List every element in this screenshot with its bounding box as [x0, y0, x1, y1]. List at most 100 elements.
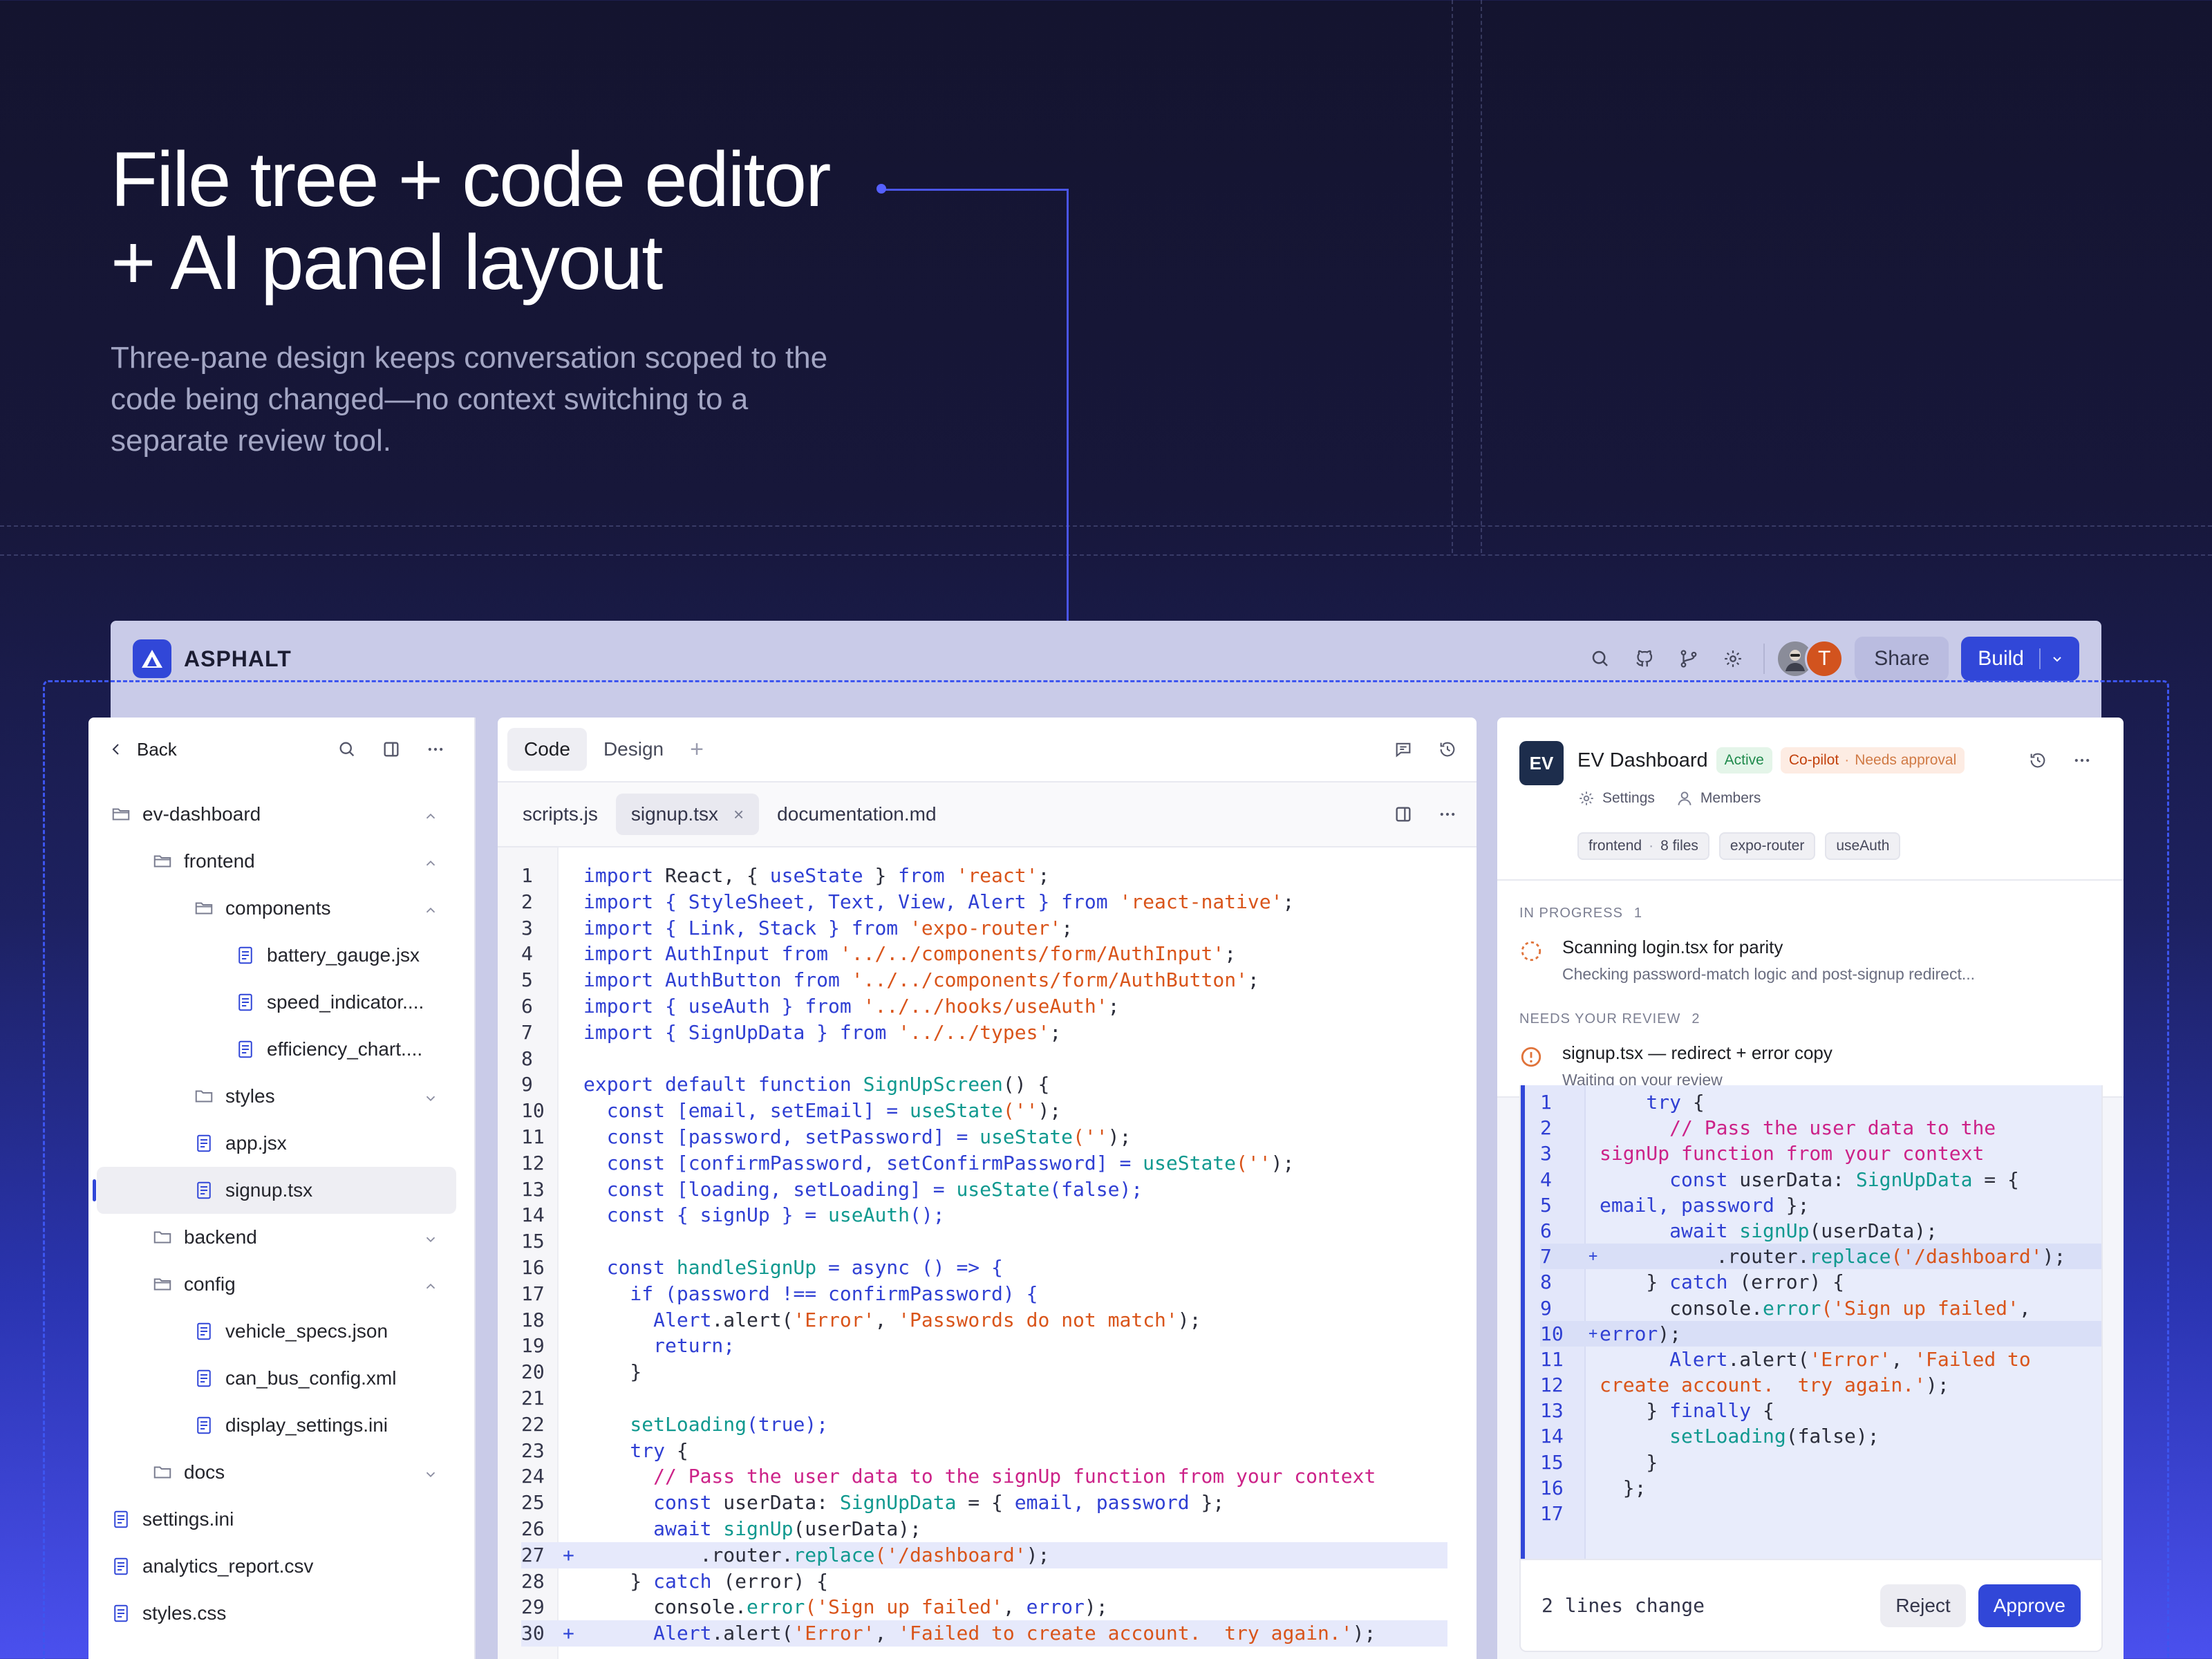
code-token: useAuth [828, 1203, 910, 1227]
folder-item[interactable]: styles [97, 1073, 466, 1120]
code-token: ); [1177, 1308, 1201, 1331]
tag-chip[interactable]: frontend · 8 files [1577, 832, 1709, 860]
chevron-up-icon[interactable] [423, 854, 438, 869]
line-number: 26 [521, 1517, 545, 1540]
file-item[interactable]: signup.tsx [93, 1167, 456, 1214]
folder-item[interactable]: config [97, 1261, 466, 1308]
code-token: import [583, 916, 666, 939]
sidebar-toggle-icon[interactable] [372, 730, 411, 769]
file-tab-active[interactable]: signup.tsx × [615, 794, 760, 835]
code-lines: 1 import React, { useState } from 'react'… [521, 863, 1447, 1647]
more-icon[interactable] [1428, 795, 1467, 834]
chevron-up-icon[interactable] [423, 807, 438, 822]
tab-code[interactable]: Code [507, 728, 587, 771]
folder-item[interactable]: backend [97, 1214, 466, 1261]
code-line: 20 } [521, 1359, 1447, 1385]
file-item[interactable]: vehicle_specs.json [97, 1308, 466, 1355]
chevron-down-icon[interactable] [2050, 652, 2064, 666]
more-icon[interactable] [416, 730, 455, 769]
code-token: email, password [1014, 1491, 1190, 1515]
reject-button[interactable]: Reject [1880, 1584, 1966, 1627]
search-icon[interactable] [1581, 639, 1620, 678]
history-icon[interactable] [1428, 730, 1467, 769]
tab-design[interactable]: Design [587, 728, 680, 771]
history-icon[interactable] [2018, 741, 2057, 780]
line-number: 19 [521, 1334, 545, 1358]
more-icon[interactable] [2063, 741, 2101, 780]
file-item[interactable]: efficiency_chart.... [97, 1026, 466, 1073]
file-item[interactable]: settings.ini [97, 1496, 466, 1543]
line-number: 10 [521, 1099, 545, 1123]
code-line: 29 console. error ('Sign up failed', error… [521, 1594, 1447, 1620]
section-label-text: IN PROGRESS [1519, 906, 1623, 921]
diff-marker [563, 1228, 583, 1255]
approve-button[interactable]: Approve [1978, 1584, 2081, 1627]
file-tab[interactable]: documentation.md [762, 794, 951, 835]
code-token: ); [1038, 1099, 1062, 1123]
file-item[interactable]: app.jsx [97, 1120, 466, 1167]
code-token: '../../components/form/AuthButton' [851, 968, 1248, 992]
file-item[interactable]: can_bus_config.xml [97, 1355, 466, 1402]
folder-item[interactable]: ev-dashboard [97, 791, 466, 838]
code-token: const [583, 1177, 677, 1201]
code-token: .alert( [711, 1622, 794, 1645]
tag-chip[interactable]: expo-router [1718, 832, 1816, 860]
search-icon[interactable] [328, 730, 366, 769]
gear-icon[interactable] [1714, 639, 1752, 678]
code-token: const [583, 1125, 677, 1148]
diff-marker [1588, 1475, 1600, 1501]
branch-icon[interactable] [1669, 639, 1708, 678]
build-button-label[interactable]: Build [1978, 647, 2024, 671]
build-button[interactable]: Build [1961, 637, 2079, 681]
line-number: 18 [521, 1308, 545, 1331]
chevron-up-icon[interactable] [423, 901, 438, 916]
code-line: 25 const userData: SignUpData = { email,… [521, 1490, 1447, 1516]
file-item[interactable]: analytics_report.csv [97, 1543, 466, 1590]
code-area[interactable]: 1 import React, { useState } from 'react'… [498, 847, 1477, 1659]
back-button[interactable]: Back [108, 739, 177, 760]
tree-item-label: styles [225, 1085, 275, 1107]
dot-separator: · [1844, 752, 1850, 768]
diff-footer: 2 lines change Reject Approve [1521, 1559, 2101, 1651]
folder-item[interactable]: frontend [97, 838, 466, 885]
chevron-up-icon[interactable] [423, 1277, 438, 1292]
chevron-down-icon[interactable] [423, 1465, 438, 1480]
code-token: const [583, 1151, 677, 1174]
back-label: Back [137, 738, 177, 760]
folder-item[interactable]: components [97, 885, 466, 932]
guide-line [1452, 0, 1453, 553]
avatar[interactable]: T [1805, 639, 1844, 678]
file-item[interactable]: speed_indicator.... [97, 979, 466, 1026]
file-item[interactable]: display_settings.ini [97, 1402, 466, 1449]
code-token: ('/dashboard' [1891, 1245, 2043, 1268]
code-token: from [1061, 890, 1120, 913]
diff-marker: + [1588, 1324, 1598, 1342]
file-icon [111, 1603, 131, 1624]
line-number: 14 [1540, 1425, 1564, 1448]
file-item[interactable]: battery_gauge.jsx [97, 932, 466, 979]
folder-item[interactable]: docs [97, 1449, 466, 1496]
share-button[interactable]: Share [1855, 637, 1949, 681]
close-icon[interactable]: × [733, 804, 744, 825]
code-token: ('/dashboard' [874, 1543, 1027, 1566]
split-view-icon[interactable] [1384, 795, 1423, 834]
diff-marker [563, 1594, 583, 1620]
chevron-down-icon[interactable] [423, 1089, 438, 1104]
members-link[interactable]: Members [1700, 790, 1761, 807]
github-icon[interactable] [1625, 639, 1664, 678]
task-item[interactable]: Scanning login.tsx for parity Checking pa… [1519, 937, 2101, 984]
comment-icon[interactable] [1384, 730, 1423, 769]
tag-chip[interactable]: useAuth [1825, 832, 1901, 860]
line-number: 9 [1540, 1296, 1552, 1320]
code-token: ('' [1073, 1125, 1108, 1148]
settings-link[interactable]: Settings [1602, 790, 1655, 807]
chevron-down-icon[interactable] [423, 1230, 438, 1245]
code-token: [email, setEmail] = [676, 1099, 910, 1123]
file-tab[interactable]: scripts.js [507, 794, 613, 835]
file-item[interactable]: styles.css [97, 1590, 466, 1637]
task-item[interactable]: signup.tsx — redirect + error copy Waitin… [1519, 1042, 2101, 1089]
task-list: IN PROGRESS 1 Scanning login.tsx for pari… [1497, 879, 2124, 1089]
section-label-text: NEEDS YOUR REVIEW [1519, 1011, 1681, 1027]
add-tab-icon[interactable]: + [680, 728, 713, 771]
code-token: = { [1972, 1168, 2019, 1191]
